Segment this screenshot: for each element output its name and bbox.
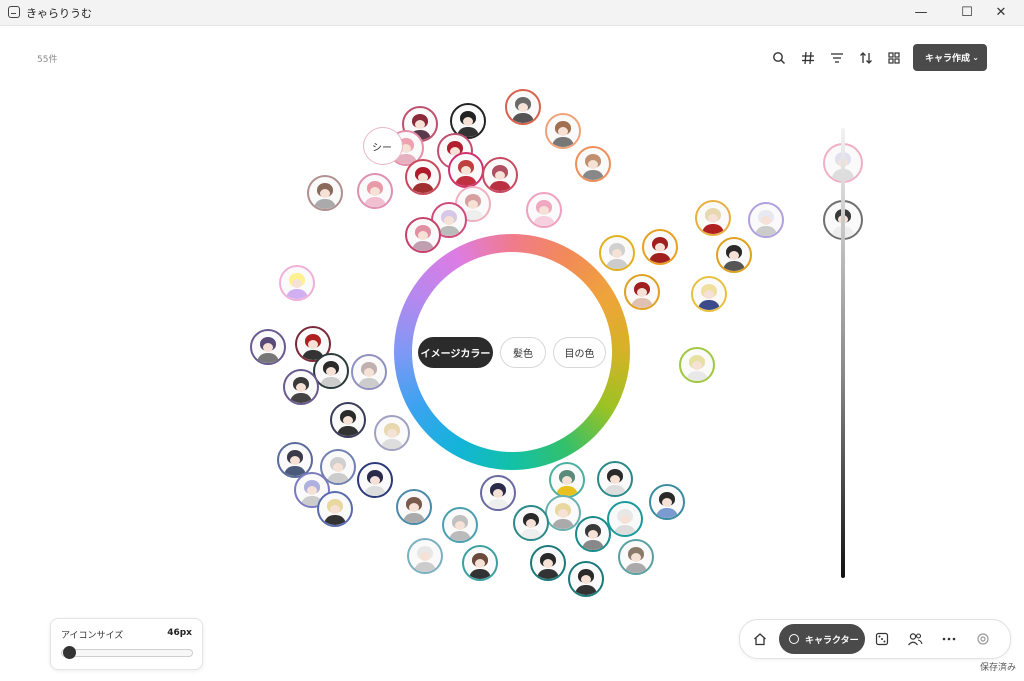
brightness-slider[interactable] [841,128,845,578]
character-avatar[interactable] [374,415,410,451]
character-avatar[interactable] [405,217,441,253]
character-avatar[interactable] [442,507,478,543]
character-avatar[interactable] [330,402,366,438]
hover-name-text: シー [372,142,392,154]
dice-icon[interactable] [874,631,890,647]
window-title: きゃらりうむ [26,7,92,20]
character-avatar[interactable] [545,113,581,149]
icon-size-label: アイコンサイズ [61,631,124,641]
character-avatar[interactable] [307,175,343,211]
character-avatar[interactable] [649,484,685,520]
character-avatar[interactable] [279,265,315,301]
character-avatar[interactable] [448,152,484,188]
character-avatar[interactable] [599,235,635,271]
character-avatar[interactable] [357,173,393,209]
filter-icon[interactable] [829,50,845,66]
bottom-navigation: キャラクター [739,619,1011,659]
character-avatar[interactable] [716,237,752,273]
character-avatar[interactable] [748,202,784,238]
window-titlebar: きゃらりうむ — ☐ ✕ [0,0,1024,26]
character-avatar[interactable] [462,545,498,581]
minimize-button[interactable]: — [898,0,944,25]
character-avatar[interactable] [618,539,654,575]
character-avatar[interactable] [691,276,727,312]
character-count: 55件 [37,55,58,65]
eye-color-toggle[interactable]: 目の色 [553,337,606,368]
character-avatar[interactable] [679,347,715,383]
target-icon[interactable] [975,631,991,647]
character-avatar[interactable] [624,274,660,310]
save-status: 保存済み [980,663,1017,673]
character-avatar[interactable] [351,354,387,390]
character-avatar[interactable] [526,192,562,228]
character-avatar[interactable] [513,505,549,541]
icon-size-value: 46px [167,628,192,638]
character-avatar[interactable] [317,491,353,527]
character-avatar[interactable] [250,329,286,365]
character-avatar[interactable] [505,89,541,125]
grid-icon[interactable] [886,50,902,66]
icon-size-slider-thumb[interactable] [63,646,76,659]
character-avatar[interactable] [407,538,443,574]
home-icon[interactable] [752,631,768,647]
character-avatar[interactable] [405,159,441,195]
character-avatar[interactable] [575,146,611,182]
close-button[interactable]: ✕ [978,0,1024,25]
more-icon[interactable] [941,631,957,647]
icon-size-panel: アイコンサイズ 46px [50,618,203,670]
hash-icon[interactable] [800,50,816,66]
character-avatar[interactable] [482,157,518,193]
character-avatar[interactable] [695,200,731,236]
character-avatar[interactable] [396,489,432,525]
app-logo-icon [8,6,20,18]
character-avatar[interactable] [549,462,585,498]
character-avatar[interactable] [568,561,604,597]
hover-name-bubble: シー [363,127,403,165]
chevron-down-icon: ⌄ [972,53,979,62]
image-color-toggle[interactable]: イメージカラー [418,337,493,368]
character-avatar[interactable] [480,475,516,511]
character-avatar[interactable] [530,545,566,581]
search-icon[interactable] [771,50,787,66]
create-character-label: キャラ作成 [925,54,971,64]
character-avatar[interactable] [357,462,393,498]
sort-icon[interactable] [858,50,874,66]
character-avatar[interactable] [545,495,581,531]
character-avatar[interactable] [283,369,319,405]
icon-size-slider[interactable] [61,649,193,657]
people-icon[interactable] [907,631,923,647]
character-avatar[interactable] [642,229,678,265]
user-circle-icon [789,634,799,644]
nav-characters-button[interactable]: キャラクター [779,624,865,654]
nav-characters-label: キャラクター [805,635,859,646]
create-character-button[interactable]: キャラ作成 ⌄ [913,44,987,71]
hair-color-toggle[interactable]: 髪色 [500,337,546,368]
character-avatar[interactable] [607,501,643,537]
character-avatar[interactable] [575,516,611,552]
character-avatar[interactable] [597,461,633,497]
